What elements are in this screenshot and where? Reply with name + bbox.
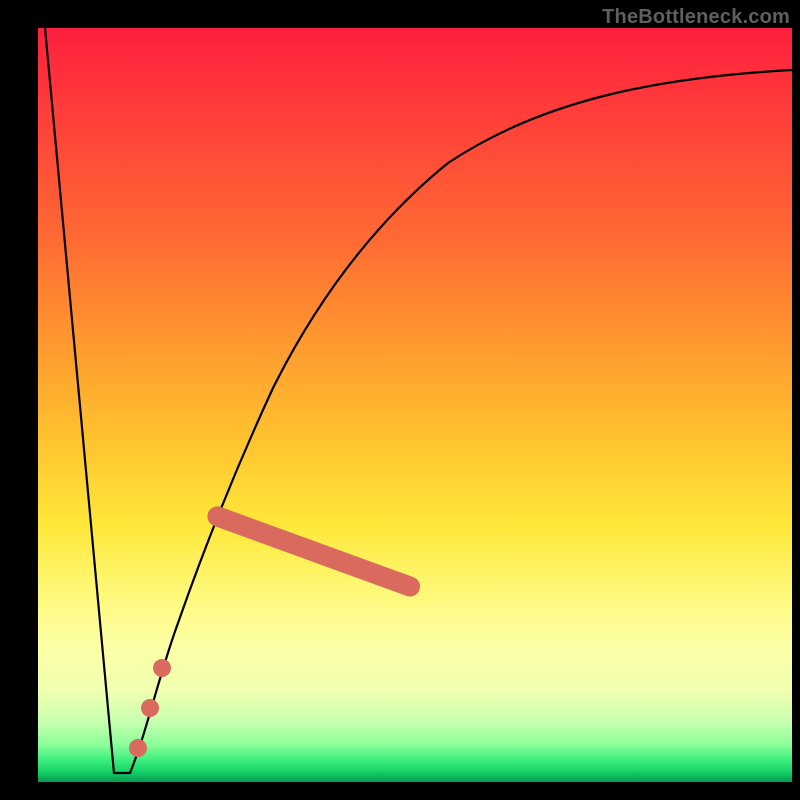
curve-layer <box>38 28 792 782</box>
watermark: TheBottleneck.com <box>602 6 790 29</box>
marker-dot <box>129 739 147 757</box>
plot-area <box>38 28 792 782</box>
marker-segment <box>205 504 423 600</box>
marker-dot <box>153 659 171 677</box>
chart-frame: TheBottleneck.com <box>0 0 800 800</box>
marker-dot <box>141 699 159 717</box>
